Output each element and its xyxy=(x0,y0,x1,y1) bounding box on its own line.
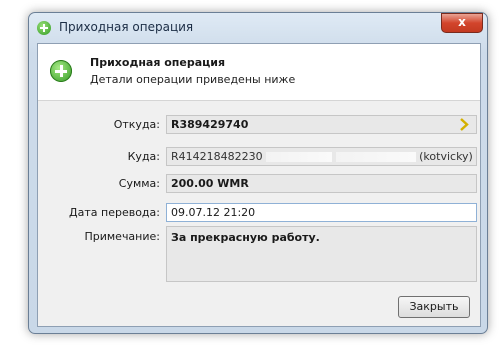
redacted-area xyxy=(335,152,416,162)
header-subtitle: Детали операции приведены ниже xyxy=(90,73,296,86)
from-label: Откуда: xyxy=(113,118,160,131)
chevron-right-icon[interactable] xyxy=(459,118,470,131)
add-circle-icon xyxy=(37,21,51,35)
from-value: R389429740 xyxy=(171,118,249,131)
date-label: Дата перевода: xyxy=(69,206,160,219)
to-value-start: R414218482230 xyxy=(171,150,263,163)
dialog-body: Приходная операция Детали операции приве… xyxy=(37,43,481,327)
header-title: Приходная операция xyxy=(90,56,226,69)
to-label: Куда: xyxy=(127,150,160,163)
window-title: Приходная операция xyxy=(59,20,194,34)
to-field: R414218482230 (kotvicky) xyxy=(166,147,477,166)
dialog-header: Приходная операция Детали операции приве… xyxy=(38,44,480,101)
title-bar[interactable]: Приходная операция x xyxy=(29,13,487,43)
redacted-area xyxy=(266,152,333,162)
amount-label: Сумма: xyxy=(118,177,160,190)
date-value: 09.07.12 21:20 xyxy=(171,206,256,219)
note-field[interactable]: За прекрасную работу. xyxy=(166,226,477,282)
to-value-end: (kotvicky) xyxy=(419,150,473,163)
date-field[interactable]: 09.07.12 21:20 xyxy=(166,203,477,222)
dialog-window: Приходная операция x Приходная операция … xyxy=(28,12,488,334)
note-label: Примечание: xyxy=(84,230,160,243)
add-circle-icon xyxy=(50,60,72,82)
close-button[interactable]: Закрыть xyxy=(398,296,470,318)
window-close-button[interactable]: x xyxy=(441,13,483,33)
amount-value: 200.00 WMR xyxy=(171,177,249,190)
from-field[interactable]: R389429740 xyxy=(166,115,477,134)
amount-field: 200.00 WMR xyxy=(166,174,477,193)
